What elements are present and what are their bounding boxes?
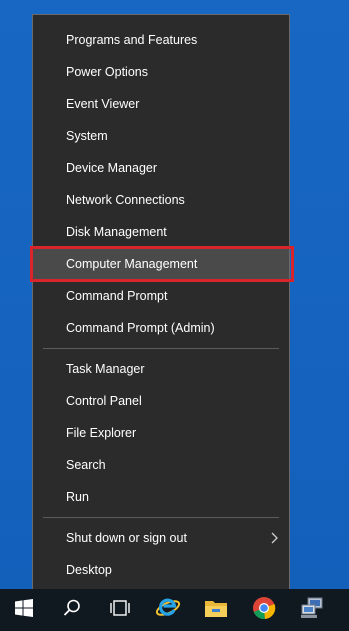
menu-item-computer-management[interactable]: Computer Management: [33, 248, 289, 280]
menu-item-label: Shut down or sign out: [66, 531, 187, 545]
menu-item-command-prompt[interactable]: Command Prompt: [33, 280, 289, 312]
menu-item-control-panel[interactable]: Control Panel: [33, 385, 289, 417]
windows-start-icon: [15, 598, 33, 622]
network-computer-icon: [299, 596, 325, 625]
network-computer-button[interactable]: [288, 589, 336, 631]
menu-item-run[interactable]: Run: [33, 481, 289, 513]
menu-item-search[interactable]: Search: [33, 449, 289, 481]
menu-separator: [43, 517, 279, 518]
menu-item-event-viewer[interactable]: Event Viewer: [33, 88, 289, 120]
internet-explorer-button[interactable]: [144, 589, 192, 631]
search-icon: [62, 598, 82, 623]
chrome-icon: [252, 596, 276, 625]
menu-item-command-prompt-admin[interactable]: Command Prompt (Admin): [33, 312, 289, 344]
menu-separator: [43, 348, 279, 349]
menu-item-task-manager[interactable]: Task Manager: [33, 353, 289, 385]
menu-item-desktop[interactable]: Desktop: [33, 554, 289, 586]
start-button[interactable]: [0, 589, 48, 631]
chrome-button[interactable]: [240, 589, 288, 631]
menu-item-programs-and-features[interactable]: Programs and Features: [33, 24, 289, 56]
menu-item-shut-down-or-sign-out[interactable]: Shut down or sign out: [33, 522, 289, 554]
menu-item-system[interactable]: System: [33, 120, 289, 152]
chevron-right-icon: [269, 522, 279, 554]
menu-item-network-connections[interactable]: Network Connections: [33, 184, 289, 216]
menu-item-file-explorer[interactable]: File Explorer: [33, 417, 289, 449]
search-button[interactable]: [48, 589, 96, 631]
taskbar: [0, 589, 349, 631]
menu-item-disk-management[interactable]: Disk Management: [33, 216, 289, 248]
menu-item-device-manager[interactable]: Device Manager: [33, 152, 289, 184]
file-explorer-icon: [204, 598, 228, 623]
task-view-icon: [109, 599, 131, 622]
menu-item-power-options[interactable]: Power Options: [33, 56, 289, 88]
internet-explorer-icon: [155, 595, 181, 626]
power-user-menu: Programs and Features Power Options Even…: [32, 14, 290, 589]
task-view-button[interactable]: [96, 589, 144, 631]
file-explorer-button[interactable]: [192, 589, 240, 631]
